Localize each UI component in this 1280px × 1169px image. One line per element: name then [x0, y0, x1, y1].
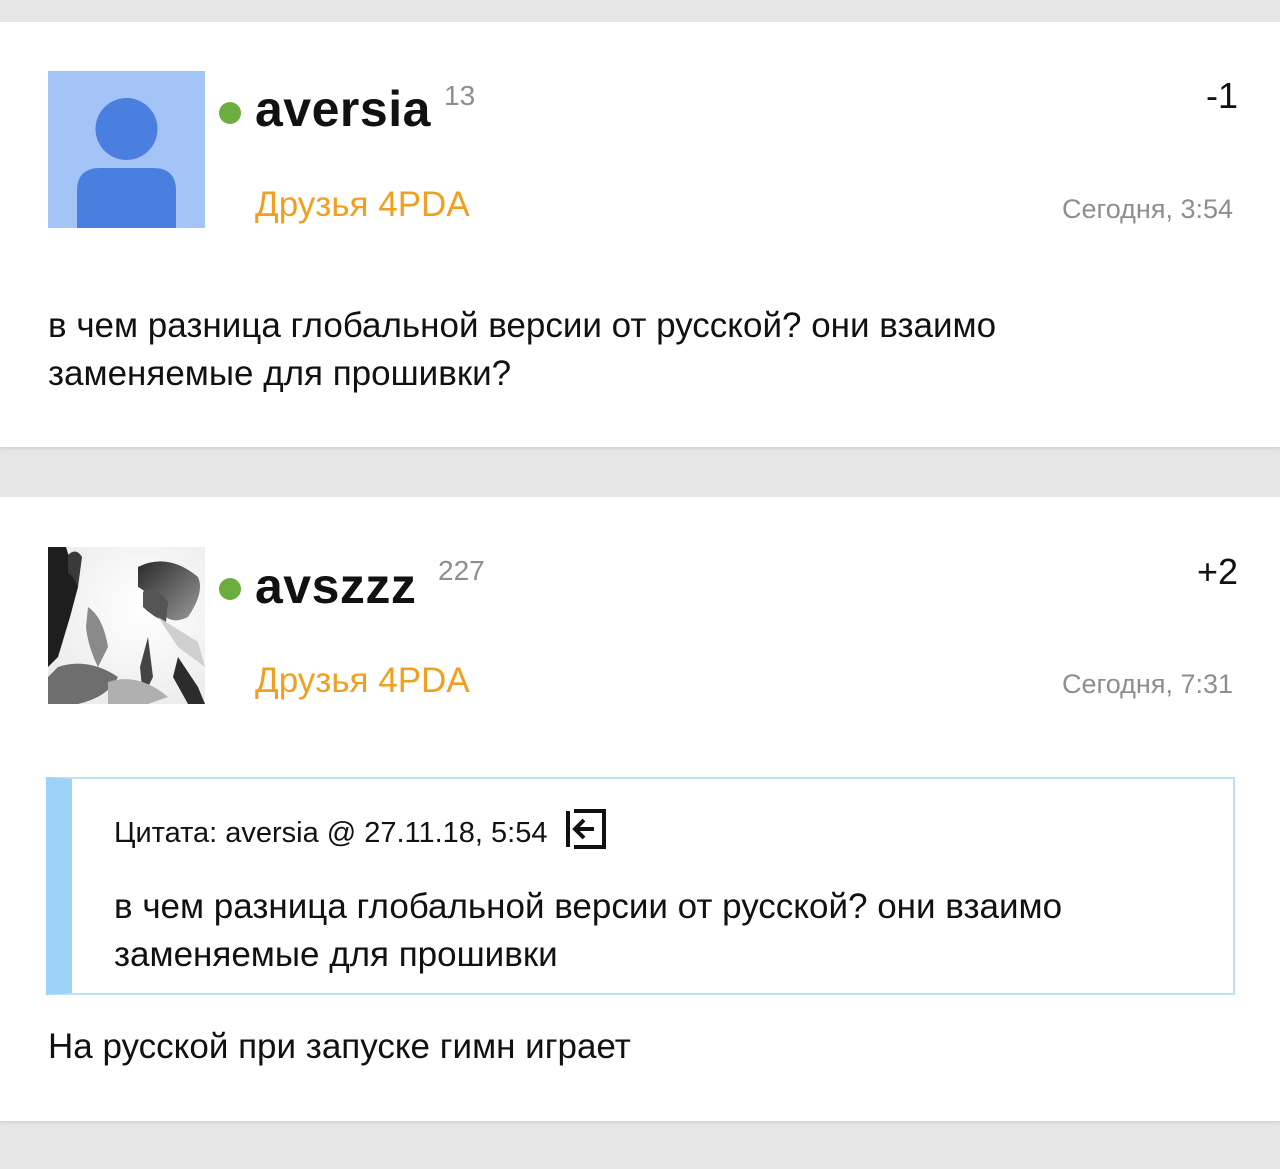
username[interactable]: aversia [255, 84, 431, 134]
online-status-icon [219, 102, 241, 124]
username[interactable]: avszzz [255, 561, 416, 611]
forum-post: avszzz 227 +2 Друзья 4PDA Сегодня, 7:31 … [0, 497, 1280, 1121]
quote-header: Цитата: aversia @ 27.11.18, 5:54 [114, 809, 608, 855]
post-body: На русской при запуске гимн играет [48, 1027, 631, 1066]
user-avatar[interactable] [48, 547, 205, 704]
post-rating[interactable]: -1 [1206, 78, 1238, 114]
reputation-count[interactable]: 13 [444, 82, 475, 110]
quote-block: Цитата: aversia @ 27.11.18, 5:54 в чем р… [46, 777, 1235, 995]
user-avatar[interactable] [48, 71, 205, 228]
reputation-count[interactable]: 227 [438, 557, 485, 585]
quote-at: @ [326, 816, 357, 849]
quote-author[interactable]: aversia [225, 818, 319, 848]
post-timestamp: Сегодня, 7:31 [1061, 669, 1233, 699]
forum-post: aversia 13 -1 Друзья 4PDA Сегодня, 3:54 … [0, 22, 1280, 447]
go-to-quote-icon[interactable] [564, 807, 608, 851]
quote-datetime: 27.11.18, 5:54 [364, 816, 548, 849]
post-rating[interactable]: +2 [1197, 554, 1238, 590]
quote-body: в чем разница глобальной версии от русск… [114, 887, 1063, 974]
default-user-icon [48, 71, 205, 228]
post-timestamp: Сегодня, 3:54 [1061, 194, 1233, 224]
post-body: в чем разница глобальной версии от русск… [48, 306, 997, 393]
quote-label: Цитата: [114, 816, 218, 849]
online-status-icon [219, 578, 241, 600]
user-group: Друзья 4PDA [255, 185, 470, 224]
photo-avatar-image [48, 547, 205, 704]
user-group: Друзья 4PDA [255, 661, 470, 700]
